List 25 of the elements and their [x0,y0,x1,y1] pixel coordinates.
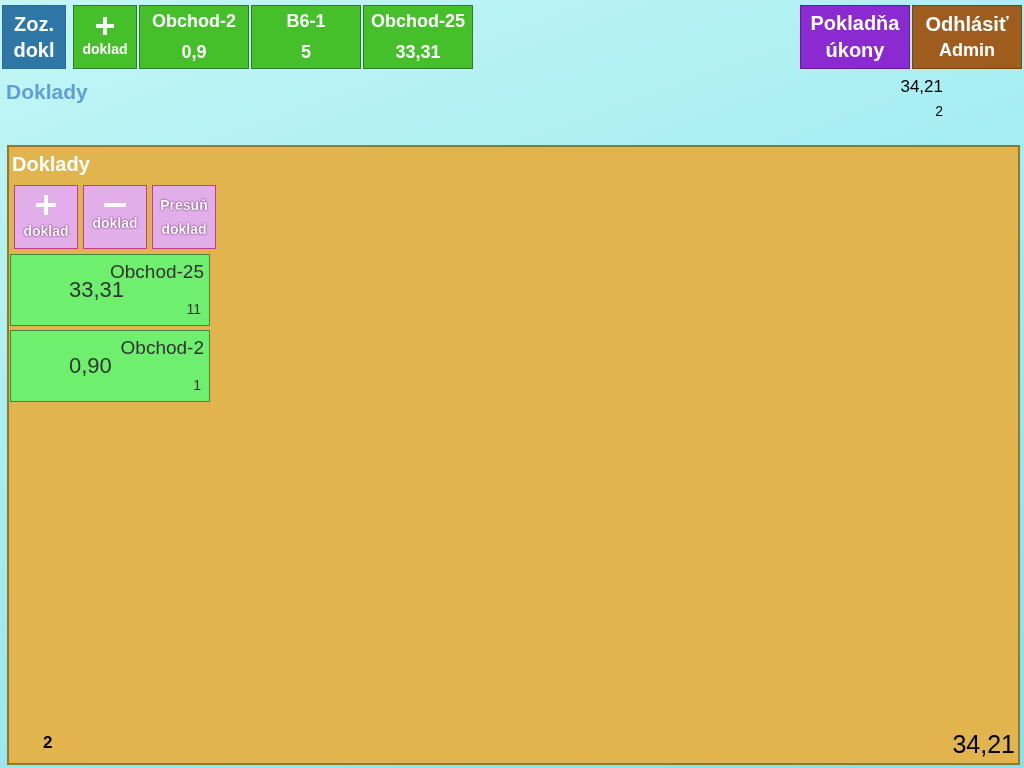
new-document-button[interactable]: doklad [73,5,137,69]
minus-icon [104,203,126,207]
document-count: 2 [935,103,943,119]
document-action-button[interactable]: doklad [14,185,78,249]
item-count: 11 [186,301,201,317]
total-amount: 34,21 [900,77,943,97]
document-amount: 0,90 [69,353,112,379]
page-title: Doklady [6,80,88,105]
item-count: 1 [193,377,201,393]
register-actions-button[interactable]: Pokladňa úkony [800,5,910,69]
document-name: Obchod-2 [120,337,204,359]
total-amount: 34,21 [952,730,1015,759]
panel-title: Doklady [12,152,91,177]
document-tab[interactable]: B6-1 5 [251,5,361,69]
logout-button[interactable]: Odhlásiť Admin [912,5,1022,69]
plus-icon [96,17,114,35]
document-card[interactable]: Obchod-25 33,31 11 [10,254,210,326]
document-action-button[interactable]: Presuň doklad [152,185,216,249]
document-card[interactable]: Obchod-2 0,90 1 [10,330,210,402]
plus-icon [36,195,56,215]
document-tab[interactable]: Obchod-25 33,31 [363,5,473,69]
document-list-button[interactable]: Zoz. dokl [2,5,66,69]
document-count: 2 [43,733,53,753]
document-action-button[interactable]: doklad [83,185,147,249]
document-tab[interactable]: Obchod-2 0,9 [139,5,249,69]
